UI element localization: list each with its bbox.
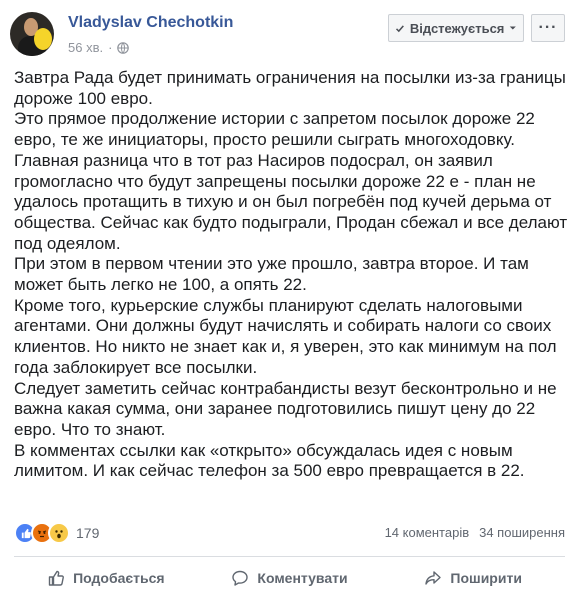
comment-button[interactable]: Коментувати	[198, 560, 382, 596]
comment-button-label: Коментувати	[257, 570, 348, 586]
post-paragraph: При этом в первом чтении это уже прошло,…	[14, 254, 529, 295]
following-button[interactable]: Відстежується	[388, 14, 524, 42]
comment-icon	[232, 570, 249, 586]
more-options-button[interactable]: ···	[531, 14, 565, 42]
share-button[interactable]: Поширити	[381, 560, 565, 596]
globe-icon[interactable]	[117, 41, 130, 54]
post-paragraph: В комментах ссылки как «открыто» обсужда…	[14, 440, 525, 481]
post-paragraph: Главная разница что в тот раз Насиров по…	[14, 150, 568, 253]
share-button-label: Поширити	[450, 570, 522, 586]
check-icon	[395, 24, 404, 32]
reactions-summary[interactable]: 179	[14, 522, 99, 544]
following-button-label: Відстежується	[409, 20, 505, 36]
post-paragraph: Это прямое продолжение истории с запрето…	[14, 109, 535, 150]
comments-count-link[interactable]: 14 коментарів	[385, 525, 470, 540]
share-arrow-icon	[425, 571, 442, 585]
wow-reaction-icon	[48, 522, 70, 544]
actions-divider	[14, 556, 565, 557]
post-paragraph: Кроме того, курьерские службы планируют …	[14, 295, 557, 377]
post-paragraph: Завтра Рада будет принимать ограничения …	[14, 68, 566, 108]
chevron-down-icon	[510, 26, 517, 30]
post-meta: 56 хв. ·	[68, 40, 130, 55]
reactions-count: 179	[76, 525, 100, 541]
facebook-post: Vladyslav Chechotkin 56 хв. · Відстежуєт…	[0, 0, 579, 600]
shares-count-link[interactable]: 34 поширення	[479, 525, 565, 540]
post-actions-bar: Подобається Коментувати Поширити	[14, 560, 565, 596]
post-timestamp[interactable]: 56 хв.	[68, 40, 103, 55]
post-paragraph: Следует заметить сейчас контрабандисты в…	[14, 378, 557, 439]
thumbs-up-icon	[48, 570, 65, 586]
separator-dot: ·	[108, 40, 113, 55]
post-stats: 14 коментарів 34 поширення	[385, 525, 565, 540]
post-text: Завтра Рада будет принимать ограничения …	[14, 68, 572, 482]
author-avatar[interactable]	[10, 12, 54, 56]
like-button-label: Подобається	[73, 570, 165, 586]
author-name-link[interactable]: Vladyslav Chechotkin	[68, 14, 233, 32]
like-button[interactable]: Подобається	[14, 560, 198, 596]
